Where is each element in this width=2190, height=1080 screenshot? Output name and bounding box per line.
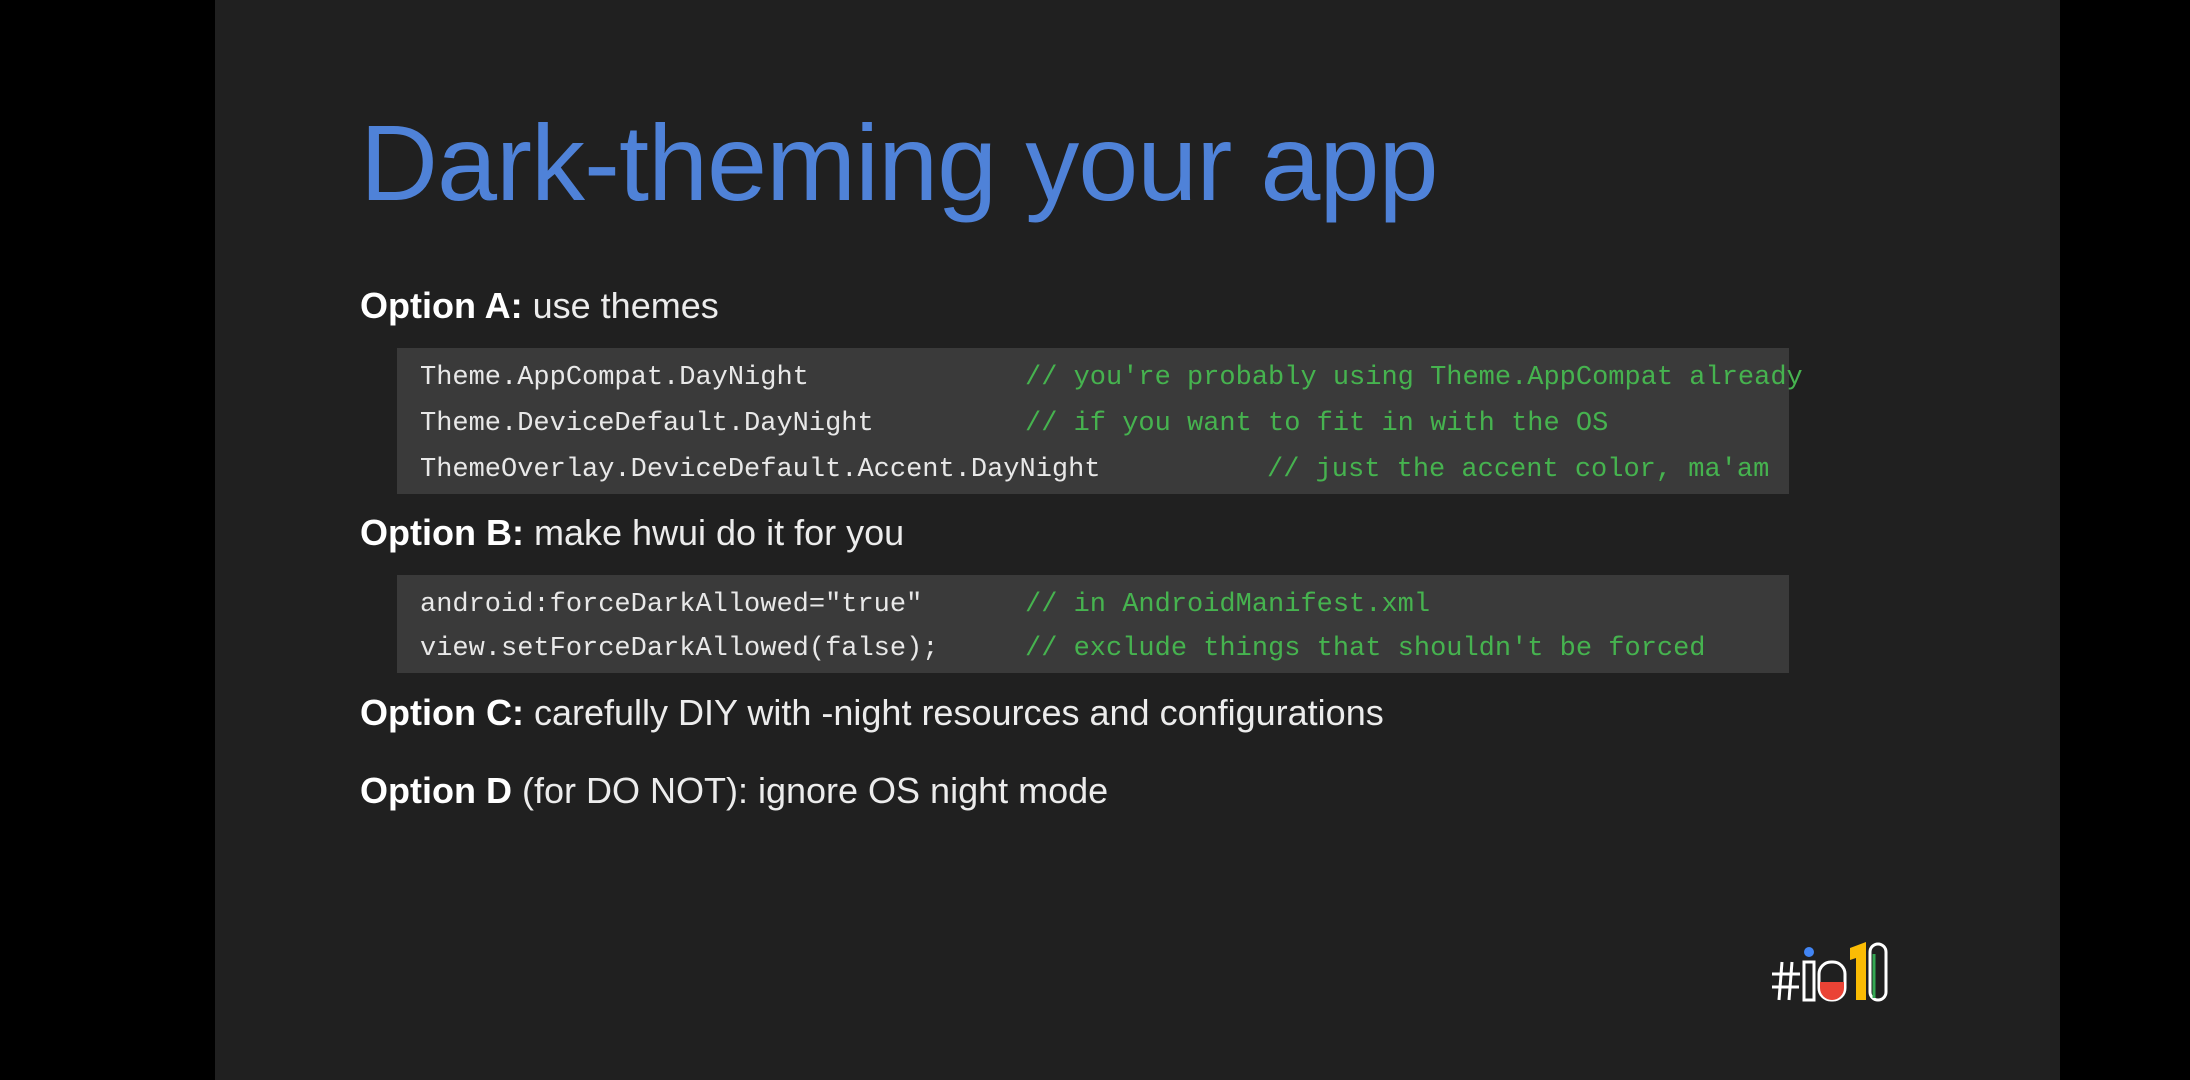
option-a: Option A: use themes [360,288,719,324]
option-c-label: Option C: [360,692,524,733]
code-block-force-dark: android:forceDarkAllowed="true" // in An… [397,575,1789,673]
option-d: Option D (for DO NOT): ignore OS night m… [360,773,1108,809]
code-line: Theme.DeviceDefault.DayNight [420,409,874,439]
hash-mark [1772,961,1800,1001]
option-a-text: use themes [522,285,719,326]
option-b-text: make hwui do it for you [523,512,905,553]
code-comment: // in AndroidManifest.xml [1025,590,1431,620]
code-line: view.setForceDarkAllowed(false); [420,634,939,664]
code-line: ThemeOverlay.DeviceDefault.Accent.DayNig… [420,455,1101,485]
option-a-label: Option A: [360,285,523,326]
code-comment: // you're probably using Theme.AppCompat… [1025,363,1803,393]
option-d-text: (for DO NOT): ignore OS night mode [511,770,1109,811]
code-comment: // just the accent color, ma'am [1267,455,1770,485]
google-io-19-logo-icon [1770,940,1890,1002]
option-d-label: Option D [360,770,512,811]
option-c-text: carefully DIY with -night resources and … [523,692,1384,733]
slide-title: Dark-theming your app [360,102,1439,223]
option-b-label: Option B: [360,512,524,553]
code-line: android:forceDarkAllowed="true" [420,590,923,620]
code-comment: // if you want to fit in with the OS [1025,409,1609,439]
option-c: Option C: carefully DIY with -night reso… [360,695,1384,731]
logo-dot [1804,947,1814,957]
option-b: Option B: make hwui do it for you [360,515,904,551]
code-line: Theme.AppCompat.DayNight [420,363,809,393]
code-block-themes: Theme.AppCompat.DayNight // you're proba… [397,348,1803,494]
slide: Dark-theming your app Option A: use them… [215,0,2060,1080]
code-comment: // exclude things that shouldn't be forc… [1025,634,1706,664]
